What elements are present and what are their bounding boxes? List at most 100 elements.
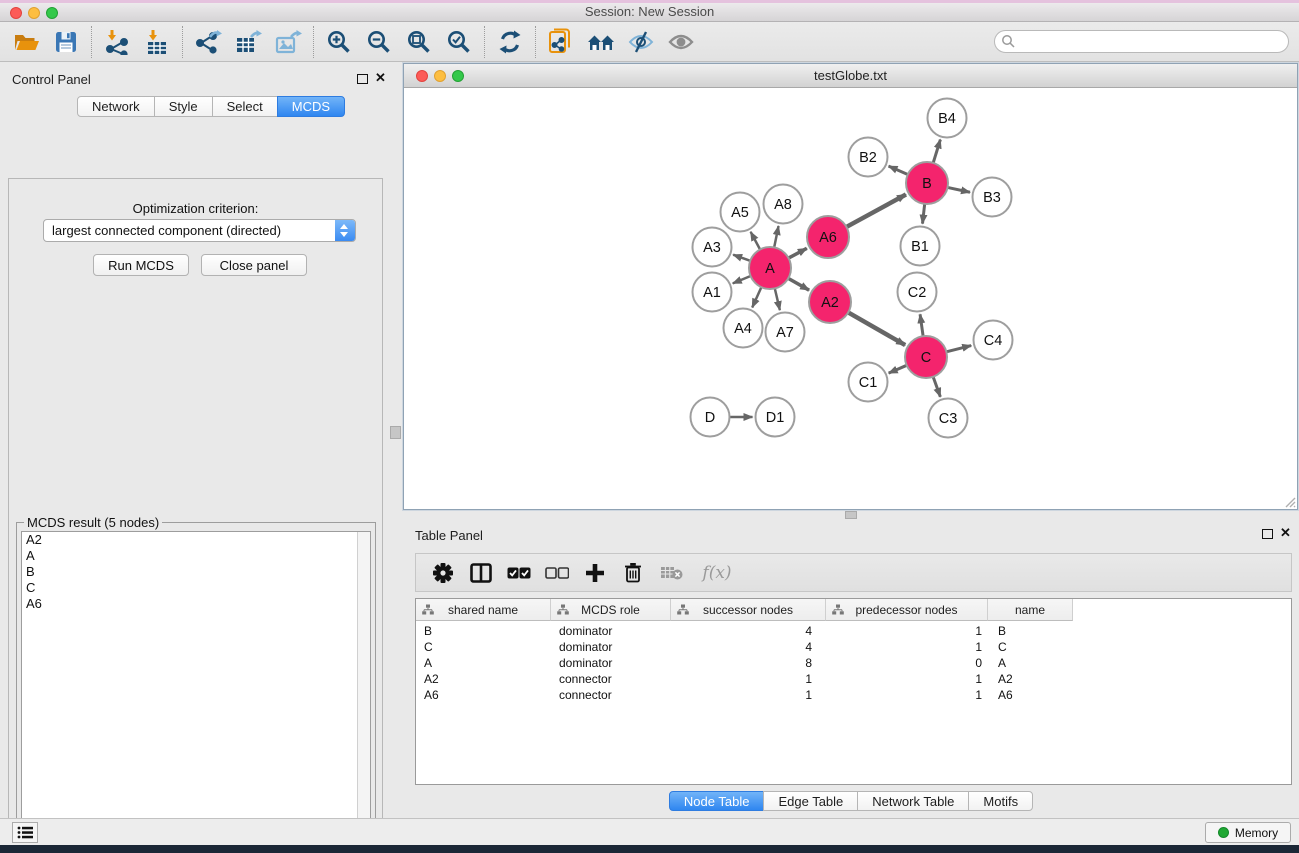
graph-edge-C-C3[interactable] xyxy=(933,377,940,397)
create-column-button[interactable] xyxy=(576,556,614,590)
table-tab-network-table[interactable]: Network Table xyxy=(857,791,969,811)
column-header-successor-nodes[interactable]: successor nodes xyxy=(671,599,826,621)
import-network-button[interactable] xyxy=(97,24,137,60)
refresh-layout-button[interactable] xyxy=(490,24,530,60)
table-row[interactable]: A2connector11A2 xyxy=(416,671,1073,687)
zoom-out-button[interactable] xyxy=(359,24,399,60)
table-cell[interactable]: 1 xyxy=(826,623,988,639)
delete-table-button[interactable] xyxy=(652,556,690,590)
table-tab-motifs[interactable]: Motifs xyxy=(968,791,1033,811)
graph-node-D[interactable]: D xyxy=(691,398,730,437)
graph-node-C4[interactable]: C4 xyxy=(974,321,1013,360)
graph-edge-C-C1[interactable] xyxy=(889,365,907,373)
graph-node-A4[interactable]: A4 xyxy=(724,309,763,348)
save-session-button[interactable] xyxy=(46,24,86,60)
table-cell[interactable]: B xyxy=(988,623,1073,639)
graph-node-A1[interactable]: A1 xyxy=(693,273,732,312)
zoom-in-button[interactable] xyxy=(319,24,359,60)
resize-grip-icon[interactable] xyxy=(1282,494,1296,508)
table-cell[interactable]: B xyxy=(416,623,551,639)
vertical-split-divider[interactable] xyxy=(390,62,403,818)
graph-edge-A2-C[interactable] xyxy=(848,312,905,345)
table-cell[interactable]: A2 xyxy=(416,671,551,687)
search-box[interactable] xyxy=(994,30,1289,53)
function-builder-button[interactable]: f(x) xyxy=(690,556,744,590)
mcds-result-item[interactable]: A6 xyxy=(22,596,370,612)
run-mcds-button[interactable]: Run MCDS xyxy=(93,254,189,276)
vertical-divider-handle[interactable] xyxy=(390,426,401,439)
show-panels-button[interactable] xyxy=(12,822,38,843)
graph-node-A3[interactable]: A3 xyxy=(693,228,732,267)
table-tab-node-table[interactable]: Node Table xyxy=(669,791,765,811)
table-cell[interactable]: A6 xyxy=(416,687,551,703)
tab-mcds[interactable]: MCDS xyxy=(277,96,345,117)
graph-edge-C-C2[interactable] xyxy=(920,314,923,336)
export-network-button[interactable] xyxy=(188,24,228,60)
search-input[interactable] xyxy=(1016,33,1288,51)
table-cell[interactable]: 8 xyxy=(671,655,826,671)
graph-node-C2[interactable]: C2 xyxy=(898,273,937,312)
mcds-result-item[interactable]: A2 xyxy=(22,532,370,548)
graph-edge-A-A5[interactable] xyxy=(751,232,760,250)
graph-edge-B-B3[interactable] xyxy=(948,187,970,192)
new-network-from-selection-button[interactable] xyxy=(541,24,581,60)
column-header-predecessor-nodes[interactable]: predecessor nodes xyxy=(826,599,988,621)
network-canvas[interactable]: B4B2BB3A8A5A6B1A3AA1C2A2A4A7C4CC1DD1C3 xyxy=(404,88,1297,509)
table-cell[interactable]: 0 xyxy=(826,655,988,671)
mcds-result-item[interactable]: B xyxy=(22,564,370,580)
import-table-button[interactable] xyxy=(137,24,177,60)
graph-edge-B-B1[interactable] xyxy=(922,204,924,224)
graph-node-B[interactable]: B xyxy=(906,162,948,204)
tab-style[interactable]: Style xyxy=(154,96,213,117)
show-all-button[interactable] xyxy=(661,24,701,60)
hide-selected-button[interactable] xyxy=(621,24,661,60)
graph-edge-A-A4[interactable] xyxy=(752,287,761,307)
unselect-all-columns-button[interactable] xyxy=(538,556,576,590)
tab-select[interactable]: Select xyxy=(212,96,278,117)
close-panel-icon[interactable]: ✕ xyxy=(375,70,386,86)
select-all-columns-button[interactable] xyxy=(500,556,538,590)
graph-edge-B-B4[interactable] xyxy=(933,140,940,163)
graph-edge-A-A6[interactable] xyxy=(789,248,807,258)
table-cell[interactable]: 1 xyxy=(671,671,826,687)
horizontal-divider-handle[interactable] xyxy=(845,511,857,519)
table-cell[interactable]: A xyxy=(416,655,551,671)
memory-button[interactable]: Memory xyxy=(1205,822,1291,843)
table-float-panel-icon[interactable] xyxy=(1262,529,1273,539)
table-row[interactable]: Cdominator41C xyxy=(416,639,1073,655)
network-window-titlebar[interactable]: testGlobe.txt xyxy=(404,64,1297,88)
column-header-shared-name[interactable]: shared name xyxy=(416,599,551,621)
export-image-button[interactable] xyxy=(268,24,308,60)
tab-network[interactable]: Network xyxy=(77,96,155,117)
graph-edge-A-A2[interactable] xyxy=(788,278,809,290)
table-cell[interactable]: 1 xyxy=(826,687,988,703)
graph-node-C1[interactable]: C1 xyxy=(849,363,888,402)
graph-node-A8[interactable]: A8 xyxy=(764,185,803,224)
mcds-result-item[interactable]: A xyxy=(22,548,370,564)
table-row[interactable]: Adominator80A xyxy=(416,655,1073,671)
mcds-result-list[interactable]: A2ABCA6 xyxy=(21,531,371,851)
table-row[interactable]: Bdominator41B xyxy=(416,623,1073,639)
table-cell[interactable]: 4 xyxy=(671,639,826,655)
graph-edge-A-A8[interactable] xyxy=(774,226,778,247)
table-cell[interactable]: C xyxy=(416,639,551,655)
table-cell[interactable]: 1 xyxy=(826,671,988,687)
graph-node-A2[interactable]: A2 xyxy=(809,281,851,323)
graph-edge-A6-B[interactable] xyxy=(846,194,905,226)
graph-node-A5[interactable]: A5 xyxy=(721,193,760,232)
graph-edge-A-A7[interactable] xyxy=(775,288,780,310)
table-cell[interactable]: A6 xyxy=(988,687,1073,703)
open-session-button[interactable] xyxy=(6,24,46,60)
show-column-button[interactable] xyxy=(462,556,500,590)
graph-node-D1[interactable]: D1 xyxy=(756,398,795,437)
column-header-name[interactable]: name xyxy=(988,599,1073,621)
table-cell[interactable]: 1 xyxy=(671,687,826,703)
delete-columns-button[interactable] xyxy=(614,556,652,590)
table-close-panel-icon[interactable]: ✕ xyxy=(1280,525,1291,541)
mcds-list-scrollbar[interactable] xyxy=(357,532,370,850)
float-panel-icon[interactable] xyxy=(357,74,368,84)
zoom-selected-button[interactable] xyxy=(439,24,479,60)
table-cell[interactable]: dominator xyxy=(551,623,671,639)
graph-edge-C-C4[interactable] xyxy=(946,346,971,352)
table-cell[interactable]: A2 xyxy=(988,671,1073,687)
